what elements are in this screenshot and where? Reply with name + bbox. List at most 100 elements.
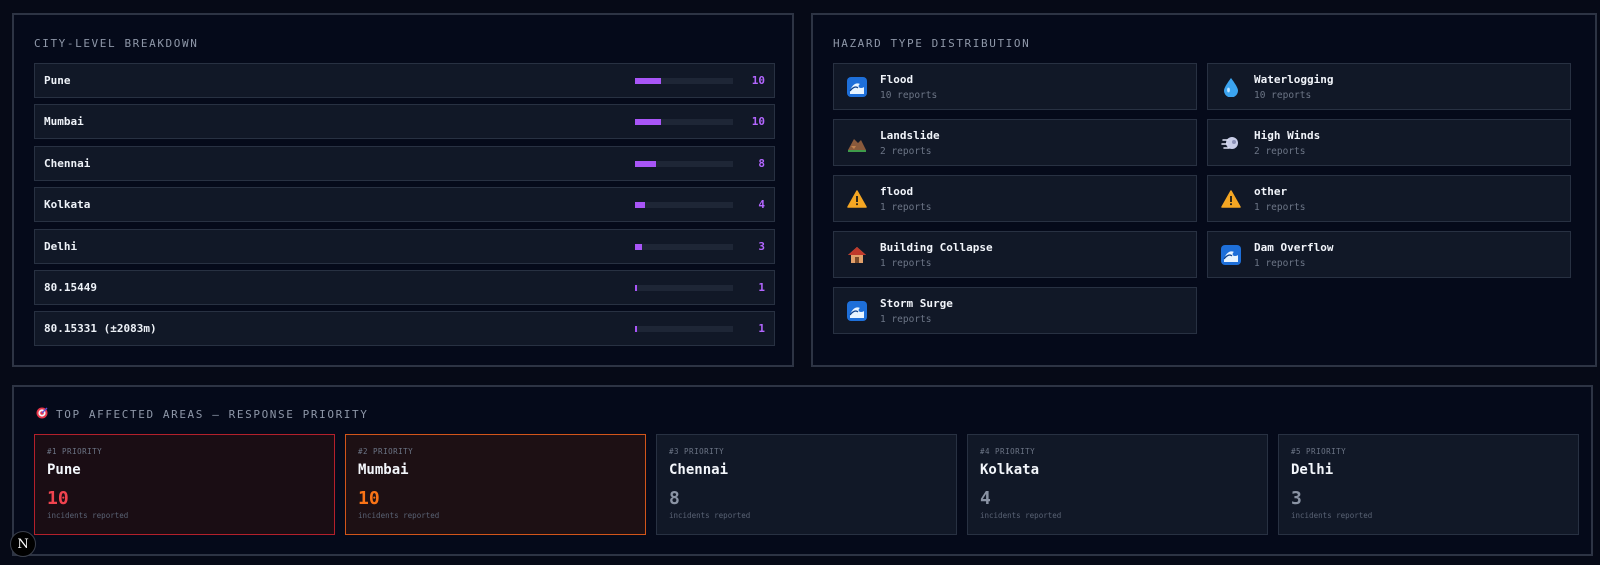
hazard-report-count: 10 reports: [880, 89, 938, 101]
hazard-name: Landslide: [880, 128, 940, 142]
city-bar-fill: [635, 78, 662, 84]
city-bar-track: [635, 119, 733, 126]
city-list: Pune 10 Mumbai 10 Chennai 8 Kolkata 4 De…: [34, 63, 775, 353]
wave-icon: [1220, 244, 1242, 266]
hazard-card[interactable]: Waterlogging 10 reports: [1207, 63, 1571, 110]
priority-label: incidents reported: [669, 511, 751, 520]
priority-card[interactable]: #1 PRIORITY Pune 10 incidents reported: [34, 434, 335, 535]
city-count: 3: [758, 239, 765, 253]
priority-rank: #2 PRIORITY: [358, 447, 414, 456]
priority-card[interactable]: #2 PRIORITY Mumbai 10 incidents reported: [345, 434, 646, 535]
hazard-report-count: 10 reports: [1254, 89, 1312, 101]
city-row[interactable]: Kolkata 4: [34, 187, 775, 223]
city-row[interactable]: 80.15449 1: [34, 269, 775, 305]
priority-label: incidents reported: [980, 511, 1062, 520]
hazard-report-count: 2 reports: [880, 145, 932, 157]
hazard-name: High Winds: [1254, 128, 1321, 142]
landslide-icon: [846, 132, 868, 154]
priority-city: Kolkata: [980, 462, 1040, 478]
city-bar-fill: [635, 284, 638, 291]
hazard-card[interactable]: Landslide 2 reports: [833, 119, 1197, 166]
city-bar-fill: [635, 243, 642, 250]
hazard-distribution-panel: HAZARD TYPE DISTRIBUTION Flood 10 report…: [811, 13, 1597, 367]
hazard-name: Waterlogging: [1254, 72, 1334, 86]
hazard-card[interactable]: Building Collapse 1 reports: [833, 231, 1197, 278]
priority-count: 10: [47, 488, 69, 509]
hazard-card[interactable]: Storm Surge 1 reports: [833, 287, 1197, 334]
priority-rank: #4 PRIORITY: [980, 447, 1036, 456]
wind-icon: [1220, 132, 1242, 154]
hazard-card[interactable]: other 1 reports: [1207, 175, 1571, 222]
city-bar-track: [635, 78, 733, 84]
wave-icon: [846, 76, 868, 98]
hazard-report-count: 1 reports: [1254, 257, 1306, 269]
city-count: 10: [751, 74, 765, 87]
hazard-report-count: 1 reports: [880, 257, 932, 269]
response-priority-title: TOP AFFECTED AREAS — RESPONSE PRIORITY: [56, 408, 369, 421]
city-bar-track: [635, 243, 733, 250]
city-breakdown-title: CITY-LEVEL BREAKDOWN: [34, 37, 199, 50]
priority-rank: #5 PRIORITY: [1291, 447, 1347, 456]
priority-label: incidents reported: [47, 511, 129, 520]
priority-count: 4: [980, 488, 991, 509]
priority-city: Pune: [47, 462, 81, 478]
city-bar-track: [635, 160, 733, 167]
city-count: 8: [758, 156, 765, 170]
hazard-name: Building Collapse: [880, 240, 993, 254]
hazard-name: Dam Overflow: [1254, 240, 1334, 254]
priority-cards: #1 PRIORITY Pune 10 incidents reported #…: [34, 434, 1579, 535]
priority-count: 8: [669, 488, 680, 509]
house-icon: [846, 244, 868, 266]
priority-card[interactable]: #3 PRIORITY Chennai 8 incidents reported: [656, 434, 957, 535]
hazard-report-count: 1 reports: [1254, 201, 1306, 213]
city-count: 1: [758, 280, 765, 294]
response-priority-panel: TOP AFFECTED AREAS — RESPONSE PRIORITY #…: [12, 385, 1593, 556]
city-row[interactable]: Pune 10: [34, 63, 775, 98]
hazard-name: other: [1254, 184, 1288, 198]
city-breakdown-panel: CITY-LEVEL BREAKDOWN Pune 10 Mumbai 10 C…: [12, 13, 794, 367]
priority-card[interactable]: #5 PRIORITY Delhi 3 incidents reported: [1278, 434, 1579, 535]
priority-rank: #1 PRIORITY: [47, 447, 103, 456]
warning-icon: [846, 188, 868, 210]
city-row[interactable]: Chennai 8: [34, 145, 775, 181]
hazard-grid: Flood 10 reports Waterlogging 10 reports…: [833, 63, 1575, 334]
hazard-name: flood: [880, 184, 914, 198]
city-bar-track: [635, 326, 733, 333]
dev-tools-badge[interactable]: N: [10, 531, 36, 557]
city-bar-fill: [635, 160, 656, 167]
city-count: 1: [758, 322, 765, 336]
hazard-card[interactable]: Flood 10 reports: [833, 63, 1197, 110]
hazard-name: Storm Surge: [880, 296, 953, 310]
priority-card[interactable]: #4 PRIORITY Kolkata 4 incidents reported: [967, 434, 1268, 535]
city-row[interactable]: Delhi 3: [34, 228, 775, 264]
hazard-report-count: 2 reports: [1254, 145, 1306, 157]
hazard-card[interactable]: flood 1 reports: [833, 175, 1197, 222]
city-bar-fill: [635, 119, 662, 126]
priority-city: Chennai: [669, 462, 729, 478]
city-bar-track: [635, 284, 733, 291]
hazard-report-count: 1 reports: [880, 201, 932, 213]
warning-icon: [1220, 188, 1242, 210]
priority-city: Mumbai: [358, 462, 409, 478]
priority-rank: #3 PRIORITY: [669, 447, 725, 456]
hazard-report-count: 1 reports: [880, 313, 932, 325]
wave-icon: [846, 300, 868, 322]
droplet-icon: [1220, 76, 1242, 98]
priority-label: incidents reported: [1291, 511, 1373, 520]
hazard-card[interactable]: High Winds 2 reports: [1207, 119, 1571, 166]
city-bar-fill: [635, 326, 638, 333]
priority-label: incidents reported: [358, 511, 440, 520]
hazard-card[interactable]: Dam Overflow 1 reports: [1207, 231, 1571, 278]
response-priority-header: TOP AFFECTED AREAS — RESPONSE PRIORITY: [36, 407, 368, 422]
city-count: 4: [758, 198, 765, 212]
priority-count: 10: [358, 488, 380, 509]
hazard-name: Flood: [880, 72, 914, 86]
city-row[interactable]: 80.15331 (±2083m) 1: [34, 311, 775, 347]
hazard-distribution-title: HAZARD TYPE DISTRIBUTION: [833, 37, 1031, 50]
city-bar-track: [635, 202, 733, 209]
target-icon: [36, 407, 48, 422]
city-bar-fill: [635, 202, 645, 209]
priority-city: Delhi: [1291, 462, 1334, 478]
city-row[interactable]: Mumbai 10: [34, 104, 775, 140]
priority-count: 3: [1291, 488, 1302, 509]
